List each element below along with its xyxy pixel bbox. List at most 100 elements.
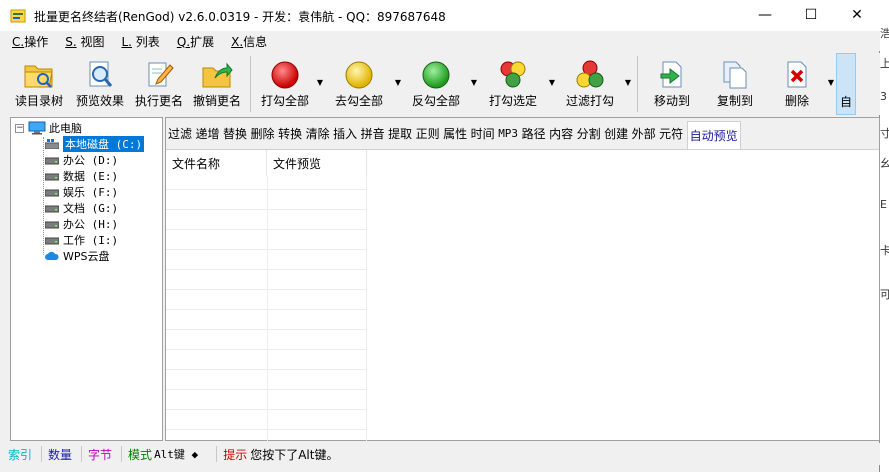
- drive-label: 数据 (E:): [63, 170, 119, 183]
- hard-drive-icon: [45, 157, 59, 165]
- tab-path[interactable]: 路径: [522, 125, 546, 142]
- read-dir-button[interactable]: 读目录树: [8, 53, 70, 115]
- auto-button[interactable]: 自: [836, 53, 856, 115]
- tree-item-drive[interactable]: 工作 (I:): [15, 232, 162, 248]
- delete-button[interactable]: 删除: [768, 53, 826, 115]
- file-list[interactable]: 文件名称 文件预览: [166, 149, 879, 441]
- copy-to-button[interactable]: 复制到: [702, 53, 768, 115]
- uncheck-all-dropdown-arrow[interactable]: ▼: [393, 53, 403, 115]
- tab-attributes[interactable]: 属性: [443, 125, 467, 142]
- grid-line: [166, 269, 366, 270]
- status-separator: [81, 446, 83, 462]
- invert-all-label: 反勾全部: [411, 94, 460, 108]
- minimize-button[interactable]: —: [742, 0, 788, 30]
- tree-item-drive[interactable]: 娱乐 (F:): [15, 184, 162, 200]
- check-all-dropdown-arrow[interactable]: ▼: [315, 53, 325, 115]
- invert-all-dropdown-arrow[interactable]: ▼: [469, 53, 479, 115]
- main-window: 批量更名终结者(RenGod) v2.6.0.0319 - 开发：袁伟航 - Q…: [0, 0, 880, 472]
- tab-extract[interactable]: 提取: [388, 125, 412, 142]
- folder-arrow-icon: [202, 62, 233, 88]
- title-bar[interactable]: 批量更名终结者(RenGod) v2.6.0.0319 - 开发：袁伟航 - Q…: [0, 0, 880, 32]
- tree-item-drive[interactable]: 本地磁盘 (C:): [15, 136, 162, 152]
- column-header-filename[interactable]: 文件名称: [166, 150, 267, 176]
- tree-item-drive[interactable]: 办公 (D:): [15, 152, 162, 168]
- status-separator: [121, 446, 123, 462]
- open-folder-icon: [24, 65, 53, 88]
- background-char: 上: [880, 57, 889, 70]
- grid-line: [166, 389, 366, 390]
- tree-root-this-pc[interactable]: − 此电脑: [15, 120, 162, 136]
- preview-button[interactable]: 预览效果: [70, 53, 130, 115]
- delete-dropdown-arrow[interactable]: ▼: [826, 53, 836, 115]
- close-button[interactable]: ✕: [834, 0, 880, 30]
- preview-magnifier-icon: [89, 61, 113, 87]
- rename-button[interactable]: 执行更名: [130, 53, 188, 115]
- tree-item-drive[interactable]: 文档 (G:): [15, 200, 162, 216]
- move-to-button[interactable]: 移动到: [642, 53, 702, 115]
- toolbar-separator: [637, 56, 638, 112]
- filter-check-dropdown-arrow[interactable]: ▼: [623, 53, 633, 115]
- menu-info[interactable]: X.信息: [231, 33, 267, 50]
- check-all-button[interactable]: 打勾全部: [255, 53, 315, 115]
- collapse-icon[interactable]: −: [15, 123, 24, 133]
- menu-operate[interactable]: C.操作: [12, 33, 48, 50]
- grid-line: [166, 409, 366, 410]
- toolbar: 读目录树 预览效果 执行更名 撤销更名 打勾全部 ▼ 去勾全部 ▼ 反勾全部 ▼…: [8, 53, 880, 115]
- uncheck-all-button[interactable]: 去勾全部: [325, 53, 393, 115]
- grid-line: [166, 429, 366, 430]
- stacked-circles-icon: [576, 60, 604, 88]
- filter-check-button[interactable]: 过滤打勾: [557, 53, 623, 115]
- tab-split[interactable]: 分割: [577, 125, 601, 142]
- column-header-preview[interactable]: 文件预览: [267, 150, 367, 176]
- tab-auto-preview[interactable]: 自动预览: [686, 120, 741, 150]
- tab-convert[interactable]: 转换: [278, 125, 302, 142]
- hard-drive-icon: [45, 189, 59, 197]
- folder-tree[interactable]: − 此电脑 本地磁盘 (C:) 办公 (D:) 数据 (E:) 娱乐 (F:) …: [10, 117, 163, 441]
- check-selected-dropdown-arrow[interactable]: ▼: [547, 53, 557, 115]
- check-selected-button[interactable]: 打勾选定: [479, 53, 547, 115]
- status-bytes: 字节: [88, 447, 113, 462]
- background-char: E: [880, 198, 887, 211]
- maximize-button[interactable]: ☐: [788, 0, 834, 30]
- status-bar: 索引 数量 字节 模式 Alt键 ◆ 提示 您按下了Alt键。: [8, 443, 880, 465]
- status-mode-label: 模式: [128, 447, 153, 462]
- cloud-label: WPS云盘: [63, 250, 110, 263]
- rename-label: 执行更名: [134, 94, 183, 108]
- grid-line: [166, 329, 366, 330]
- tab-content[interactable]: 内容: [549, 125, 573, 142]
- tab-mp3[interactable]: MP3: [498, 127, 518, 140]
- tree-item-drive[interactable]: 数据 (E:): [15, 168, 162, 184]
- copy-to-label: 复制到: [716, 94, 753, 108]
- menu-extend[interactable]: Q.扩展: [177, 33, 214, 50]
- tab-create[interactable]: 创建: [604, 125, 628, 142]
- hard-drive-icon: [45, 173, 59, 181]
- tab-meta[interactable]: 元符: [659, 125, 683, 142]
- status-separator: [216, 446, 218, 462]
- tab-clear[interactable]: 清除: [306, 125, 330, 142]
- invert-all-button[interactable]: 反勾全部: [403, 53, 469, 115]
- undo-button[interactable]: 撤销更名: [188, 53, 246, 115]
- function-tabs: 过滤 递增 替换 删除 转换 清除 插入 拼音 提取 正则 属性 时间 MP3 …: [166, 118, 879, 150]
- status-index: 索引: [8, 447, 33, 462]
- tree-item-cloud[interactable]: WPS云盘: [15, 248, 162, 264]
- tab-time[interactable]: 时间: [471, 125, 495, 142]
- tab-delete[interactable]: 删除: [251, 125, 275, 142]
- windows-drive-icon: [45, 139, 59, 149]
- grid-line: [166, 369, 366, 370]
- tab-pinyin[interactable]: 拼音: [361, 125, 385, 142]
- menu-list[interactable]: L. 列表: [121, 33, 159, 50]
- tab-regex[interactable]: 正则: [416, 125, 440, 142]
- grid-line: [166, 229, 366, 230]
- multi-circle-icon: [500, 61, 526, 88]
- background-char: 卡: [880, 244, 889, 257]
- right-panel: 过滤 递增 替换 删除 转换 清除 插入 拼音 提取 正则 属性 时间 MP3 …: [165, 117, 880, 441]
- grid-line: [166, 249, 366, 250]
- tab-increment[interactable]: 递增: [196, 125, 220, 142]
- tab-filter[interactable]: 过滤: [168, 125, 192, 142]
- status-hint-label: 提示: [223, 447, 248, 462]
- tab-replace[interactable]: 替换: [223, 125, 247, 142]
- tab-insert[interactable]: 插入: [333, 125, 357, 142]
- menu-view[interactable]: S. 视图: [65, 33, 104, 50]
- tab-external[interactable]: 外部: [632, 125, 656, 142]
- tree-item-drive[interactable]: 办公 (H:): [15, 216, 162, 232]
